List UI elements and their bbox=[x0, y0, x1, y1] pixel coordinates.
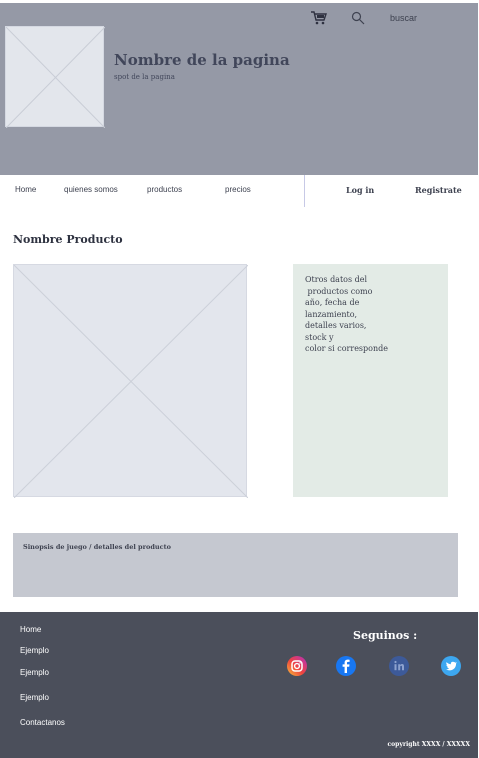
footer-link-home[interactable]: Home bbox=[20, 625, 41, 634]
product-name: Nombre Producto bbox=[13, 233, 123, 246]
footer-link-ejemplo[interactable]: Ejemplo bbox=[20, 693, 49, 702]
details-line: color si corresponde bbox=[305, 344, 388, 353]
register-link[interactable]: Registrate bbox=[415, 185, 462, 195]
nav-divider bbox=[304, 175, 305, 207]
nav-link-home[interactable]: Home bbox=[15, 185, 36, 194]
product-synopsis: Sinopsis de juego / detalles del product… bbox=[13, 533, 458, 597]
linkedin-icon[interactable] bbox=[389, 656, 409, 676]
site-subtitle: spot de la pagina bbox=[114, 73, 175, 81]
site-footer: Home Ejemplo Ejemplo Ejemplo Contactanos… bbox=[0, 612, 478, 758]
follow-us-label: Seguinos : bbox=[353, 629, 418, 642]
details-line: stock y bbox=[305, 332, 334, 342]
details-line: Otros datos del bbox=[305, 275, 368, 284]
site-title: Nombre de la pagina bbox=[114, 51, 290, 69]
logo-placeholder-cross bbox=[6, 27, 105, 128]
details-line: productos como bbox=[305, 286, 373, 296]
site-header: Nombre de la pagina spot de la pagina bbox=[0, 3, 478, 175]
logo-placeholder bbox=[5, 26, 105, 128]
login-link[interactable]: Log in bbox=[346, 185, 374, 195]
details-line: año, fecha de bbox=[305, 298, 360, 307]
synopsis-text: Sinopsis de juego / detalles del product… bbox=[23, 543, 171, 551]
twitter-icon[interactable] bbox=[441, 656, 461, 676]
nav-link-precios[interactable]: precios bbox=[225, 185, 251, 194]
search-icon[interactable] bbox=[351, 11, 365, 25]
main-nav: Home quienes somos productos precios Log… bbox=[0, 175, 478, 207]
details-line: lanzamiento, bbox=[305, 309, 358, 319]
product-image-cross bbox=[14, 265, 248, 498]
footer-link-contactanos[interactable]: Contactanos bbox=[20, 718, 65, 727]
product-image-placeholder bbox=[13, 264, 248, 498]
search-input[interactable] bbox=[390, 10, 470, 26]
product-details-box: Otros datos del productos como año, fech… bbox=[293, 264, 448, 497]
details-line: detalles varios, bbox=[305, 321, 367, 330]
copyright-text: copyright XXXX / XXXXX bbox=[387, 741, 470, 748]
facebook-icon[interactable] bbox=[336, 656, 356, 676]
footer-link-ejemplo[interactable]: Ejemplo bbox=[20, 646, 49, 655]
instagram-icon[interactable] bbox=[287, 656, 307, 676]
nav-link-quienes-somos[interactable]: quienes somos bbox=[64, 185, 118, 194]
nav-link-productos[interactable]: productos bbox=[147, 185, 182, 194]
shopping-cart-icon[interactable] bbox=[311, 11, 327, 25]
footer-link-ejemplo[interactable]: Ejemplo bbox=[20, 668, 49, 677]
